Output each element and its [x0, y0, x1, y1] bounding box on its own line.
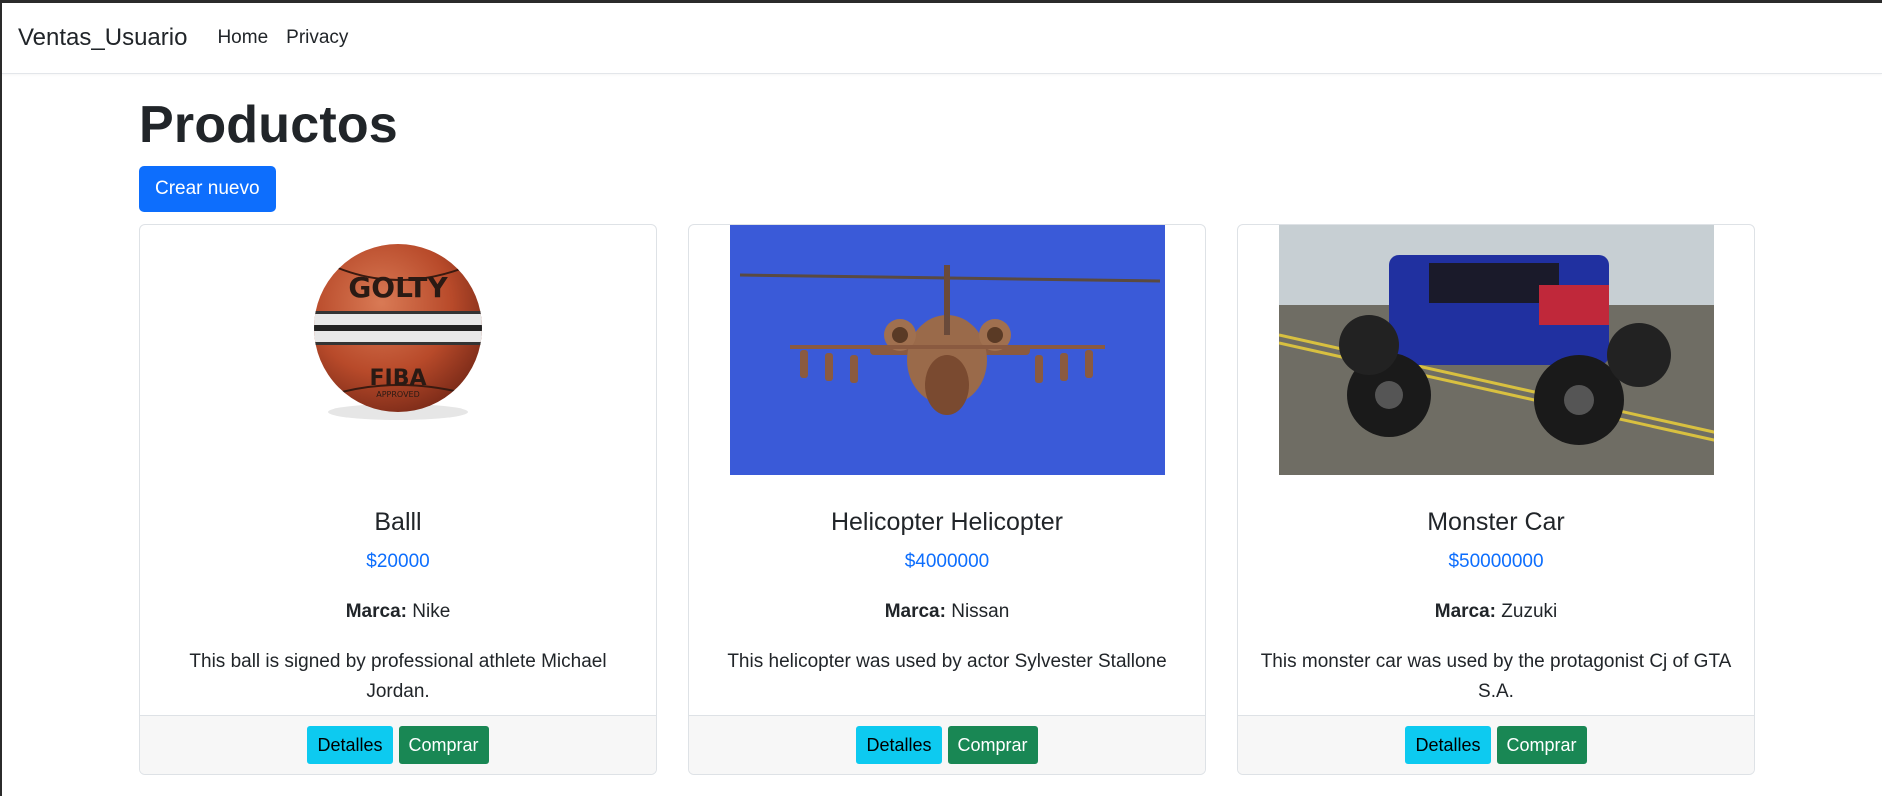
main-content: Productos Crear nuevo GOLTY FIBA APPROVE…	[139, 94, 1759, 775]
brand-link[interactable]: Ventas_Usuario	[18, 24, 187, 52]
product-price: $4000000	[904, 551, 990, 572]
monster-truck-image	[1278, 225, 1714, 475]
buy-button[interactable]: Comprar	[1496, 726, 1587, 764]
product-name: Helicopter Helicopter	[830, 508, 1064, 536]
details-button[interactable]: Detalles	[1405, 726, 1491, 764]
card-body: Monster Car $50000000 Marca: Zuzuki This…	[1238, 475, 1754, 715]
product-image-container	[1238, 225, 1754, 475]
brand-label: Marca:	[345, 601, 407, 622]
brand-value: Nissan	[951, 601, 1010, 622]
card-body: Balll $20000 Marca: Nike This ball is si…	[140, 475, 656, 715]
nav-link-home[interactable]: Home	[217, 27, 268, 49]
product-card-ball: GOLTY FIBA APPROVED Balll $20000 Marca: …	[139, 224, 657, 775]
card-footer: Detalles Comprar	[1238, 715, 1754, 774]
brand-value: Nike	[412, 601, 451, 622]
product-description: This monster car was used by the protago…	[1260, 651, 1732, 703]
ball-approval-subtext: APPROVED	[376, 390, 420, 399]
product-card-helicopter: Helicopter Helicopter $4000000 Marca: Ni…	[688, 224, 1206, 775]
product-price: $20000	[366, 551, 430, 572]
product-description: This ball is signed by professional athl…	[189, 651, 607, 703]
product-card-monster-car: Monster Car $50000000 Marca: Zuzuki This…	[1237, 224, 1755, 775]
product-brand: Marca: Zuzuki	[1258, 601, 1734, 623]
brand-label: Marca:	[884, 601, 946, 622]
product-description: This helicopter was used by actor Sylves…	[727, 651, 1167, 672]
product-brand: Marca: Nike	[160, 601, 636, 623]
ball-maker-text: GOLTY	[348, 271, 448, 304]
helicopter-image	[729, 225, 1165, 475]
nav-link-privacy[interactable]: Privacy	[286, 27, 348, 49]
basketball-image: GOLTY FIBA APPROVED	[180, 225, 616, 475]
product-price: $50000000	[1448, 551, 1544, 572]
card-body: Helicopter Helicopter $4000000 Marca: Ni…	[689, 475, 1205, 715]
product-brand: Marca: Nissan	[709, 601, 1185, 623]
brand-value: Zuzuki	[1501, 601, 1558, 622]
product-image-container	[689, 225, 1205, 475]
buy-button[interactable]: Comprar	[398, 726, 489, 764]
brand-label: Marca:	[1434, 601, 1496, 622]
card-footer: Detalles Comprar	[140, 715, 656, 774]
page-title: Productos	[139, 96, 398, 154]
product-image-container: GOLTY FIBA APPROVED	[140, 225, 656, 475]
details-button[interactable]: Detalles	[307, 726, 393, 764]
top-navbar: Ventas_Usuario Home Privacy	[2, 3, 1882, 74]
product-name: Balll	[374, 508, 422, 536]
buy-button[interactable]: Comprar	[947, 726, 1038, 764]
create-new-button[interactable]: Crear nuevo	[139, 166, 276, 212]
product-name: Monster Car	[1427, 508, 1565, 536]
ball-approval-text: FIBA	[369, 366, 426, 391]
product-grid: GOLTY FIBA APPROVED Balll $20000 Marca: …	[139, 224, 1759, 775]
card-footer: Detalles Comprar	[689, 715, 1205, 774]
details-button[interactable]: Detalles	[856, 726, 942, 764]
